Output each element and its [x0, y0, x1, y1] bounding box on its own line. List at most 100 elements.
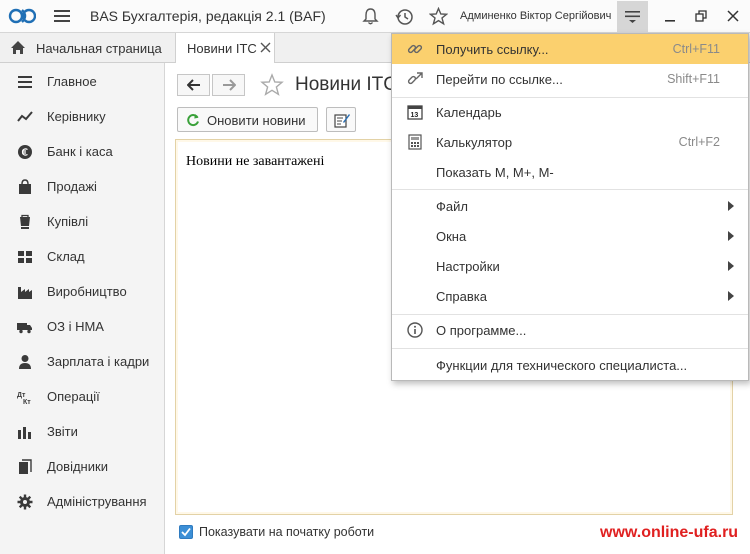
- menu-item-show-memory[interactable]: Показать М, М+, М-: [392, 157, 748, 187]
- bar-chart-icon: [18, 427, 31, 439]
- cart-icon: [20, 214, 30, 229]
- sidebar-item-label: Продажі: [47, 179, 97, 194]
- sidebar-item-salary[interactable]: Зарплата і кадри: [0, 347, 165, 377]
- menu-item-shortcut: Ctrl+F2: [678, 135, 720, 149]
- calculator-icon: [408, 134, 422, 150]
- show-at-start-label[interactable]: Показувати на початку роботи: [199, 525, 374, 539]
- menu-separator: [392, 189, 748, 190]
- sidebar-item-directories[interactable]: Довідники: [0, 452, 165, 482]
- menu-item-shortcut: Shift+F11: [667, 72, 720, 86]
- coin-icon: [18, 145, 32, 159]
- close-tab-icon[interactable]: [260, 42, 271, 53]
- refresh-icon: [187, 114, 199, 126]
- submenu-arrow-icon: [728, 261, 734, 271]
- menu-separator: [392, 348, 748, 349]
- svg-text:13: 13: [411, 112, 419, 119]
- menu-item-label: Календарь: [436, 105, 502, 120]
- menu-item-file[interactable]: Файл: [392, 191, 748, 221]
- trend-icon: [17, 111, 33, 122]
- menu-item-windows[interactable]: Окна: [392, 221, 748, 251]
- menu-item-label: Перейти по ссылке...: [436, 72, 563, 87]
- bell-icon[interactable]: [361, 7, 380, 26]
- refresh-news-label: Оновити новини: [207, 113, 306, 128]
- menu-item-about[interactable]: О программе...: [392, 315, 748, 345]
- arrow-left-icon: [187, 79, 200, 91]
- sidebar: Главное Керівнику Банк і каса Продажі Ку…: [0, 63, 165, 554]
- info-icon: [407, 322, 423, 338]
- dt-kt-icon: Дт Кт: [17, 392, 31, 405]
- menu-item-calendar[interactable]: 13 Календарь: [392, 97, 748, 127]
- menu-item-label: Файл: [436, 199, 468, 214]
- menu-item-label: Окна: [436, 229, 467, 244]
- refresh-news-button[interactable]: Оновити новини: [177, 107, 318, 132]
- minimize-icon[interactable]: [662, 8, 678, 24]
- service-menu-button[interactable]: [617, 1, 648, 32]
- submenu-arrow-icon: [728, 231, 734, 241]
- sidebar-item-label: ОЗ і НМА: [47, 319, 104, 334]
- factory-icon: [18, 287, 32, 299]
- sidebar-item-sales[interactable]: Продажі: [0, 172, 165, 202]
- app-title: BAS Бухгалтерія, редакція 2.1 (BAF): [90, 8, 326, 24]
- page-title: Новини ІТС: [295, 74, 397, 95]
- link-icon: [407, 44, 423, 54]
- edit-form-icon: [334, 114, 350, 128]
- tab-home[interactable]: Начальная страница: [0, 33, 170, 63]
- menu-item-label: Настройки: [436, 259, 500, 274]
- menu-item-get-link[interactable]: Получить ссылку... Ctrl+F11: [392, 34, 748, 64]
- close-window-icon[interactable]: [725, 8, 741, 24]
- menu-item-label: О программе...: [436, 323, 527, 338]
- show-at-start-checkbox[interactable]: [179, 525, 193, 539]
- sidebar-item-label: Керівнику: [47, 109, 106, 124]
- back-button[interactable]: [177, 74, 210, 96]
- menu-item-goto-link[interactable]: Перейти по ссылке... Shift+F11: [392, 64, 748, 94]
- favorites-star-icon[interactable]: [429, 7, 448, 26]
- sidebar-item-operations[interactable]: Дт Кт Операції: [0, 382, 165, 412]
- sidebar-item-main[interactable]: Главное: [0, 67, 165, 97]
- arrow-right-icon: [223, 79, 236, 91]
- sidebar-item-label: Банк і каса: [47, 144, 113, 159]
- list-icon: [18, 76, 32, 88]
- sidebar-item-reports[interactable]: Звіти: [0, 417, 165, 447]
- svg-text:Кт: Кт: [23, 399, 31, 405]
- menu-item-settings[interactable]: Настройки: [392, 251, 748, 281]
- sidebar-item-label: Виробництво: [47, 284, 127, 299]
- app-logo-icon[interactable]: [8, 6, 36, 26]
- sidebar-item-administration[interactable]: Адміністрування: [0, 487, 165, 517]
- sidebar-item-label: Звіти: [47, 424, 78, 439]
- menu-item-calculator[interactable]: Калькулятор Ctrl+F2: [392, 127, 748, 157]
- books-icon: [19, 459, 32, 474]
- service-menu-icon: [625, 11, 640, 23]
- submenu-arrow-icon: [728, 291, 734, 301]
- goto-link-icon: [407, 72, 423, 85]
- menu-item-label: Функции для технического специалиста...: [436, 358, 688, 373]
- add-to-favorites-icon[interactable]: [260, 73, 284, 97]
- calendar-icon: 13: [407, 105, 423, 120]
- menu-item-label: Получить ссылку...: [436, 42, 549, 57]
- history-icon[interactable]: [395, 7, 414, 26]
- watermark: www.online-ufa.ru: [600, 524, 739, 541]
- edit-settings-button[interactable]: [326, 107, 356, 132]
- tab-home-label: Начальная страница: [36, 41, 162, 56]
- main-menu-icon[interactable]: [54, 9, 70, 23]
- bag-icon: [19, 179, 31, 194]
- sidebar-item-label: Склад: [47, 249, 85, 264]
- sidebar-item-production[interactable]: Виробництво: [0, 277, 165, 307]
- forward-button[interactable]: [212, 74, 245, 96]
- sidebar-item-bank[interactable]: Банк і каса: [0, 137, 165, 167]
- sidebar-item-label: Довідники: [47, 459, 108, 474]
- sidebar-item-label: Главное: [47, 74, 97, 89]
- sidebar-item-manager[interactable]: Керівнику: [0, 102, 165, 132]
- sidebar-item-warehouse[interactable]: Склад: [0, 242, 165, 272]
- svg-text:Дт: Дт: [17, 392, 26, 399]
- checkmark-icon: [181, 527, 191, 537]
- tab-news[interactable]: Новини ІТС: [175, 33, 275, 63]
- sidebar-item-assets[interactable]: ОЗ і НМА: [0, 312, 165, 342]
- menu-item-help[interactable]: Справка: [392, 281, 748, 311]
- sidebar-item-label: Зарплата і кадри: [47, 354, 150, 369]
- restore-icon[interactable]: [693, 8, 709, 24]
- user-name[interactable]: Админенко Віктор Сергійович: [460, 10, 611, 22]
- gear-icon: [17, 494, 33, 510]
- menu-item-tech-functions[interactable]: Функции для технического специалиста...: [392, 350, 748, 380]
- menu-item-shortcut: Ctrl+F11: [672, 42, 720, 56]
- sidebar-item-purchases[interactable]: Купівлі: [0, 207, 165, 237]
